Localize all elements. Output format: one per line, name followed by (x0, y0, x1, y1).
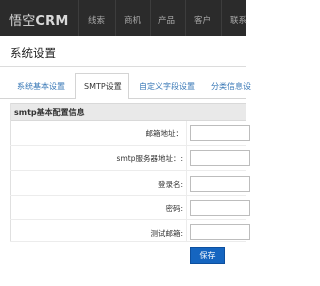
tab-basic-settings[interactable]: 系统基本设置 (17, 81, 65, 92)
nav-divider (150, 0, 151, 36)
row-divider (10, 219, 246, 220)
tab-smtp-settings[interactable]: SMTP设置 (84, 81, 122, 92)
panel-title: smtp基本配置信息 (14, 108, 85, 117)
app-logo[interactable]: 悟空CRM (9, 10, 69, 29)
panel-border (10, 103, 11, 241)
save-button[interactable]: 保存 (190, 247, 225, 264)
nav-item-contacts[interactable]: 联系 (230, 14, 247, 26)
test-email-field[interactable] (190, 224, 250, 240)
nav-item-opportunities[interactable]: 商机 (124, 14, 141, 26)
column-divider (186, 121, 187, 241)
password-label: 密码: (165, 204, 183, 213)
nav-divider (221, 0, 222, 36)
email-address-field[interactable] (190, 125, 250, 141)
brand-crm-text: CRM (35, 14, 69, 29)
smtp-server-field[interactable] (190, 150, 250, 166)
password-field[interactable] (190, 200, 250, 216)
row-divider (10, 170, 246, 171)
nav-item-products[interactable]: 产品 (158, 14, 175, 26)
login-name-label: 登录名: (157, 180, 183, 189)
nav-divider (78, 0, 79, 36)
row-divider (10, 145, 246, 146)
email-address-label: 邮箱地址： (145, 129, 184, 138)
top-navigation-bar: 悟空CRM 线索 商机 产品 客户 联系 (0, 0, 247, 36)
test-email-label: 测试邮箱: (150, 229, 183, 238)
brand-text: 悟空 (9, 14, 36, 29)
login-name-field[interactable] (190, 176, 250, 192)
nav-divider (185, 0, 186, 36)
tab-custom-fields[interactable]: 自定义字段设置 (139, 81, 195, 92)
nav-item-leads[interactable]: 线索 (88, 14, 105, 26)
row-divider (10, 241, 246, 242)
smtp-server-label: smtp服务器地址：: (116, 154, 183, 163)
nav-item-customers[interactable]: 客户 (194, 14, 211, 26)
row-divider (10, 195, 246, 196)
page-title: 系统设置 (10, 46, 56, 60)
tab-category-info[interactable]: 分类信息设 (211, 81, 251, 92)
title-divider (0, 66, 246, 67)
nav-divider (115, 0, 116, 36)
